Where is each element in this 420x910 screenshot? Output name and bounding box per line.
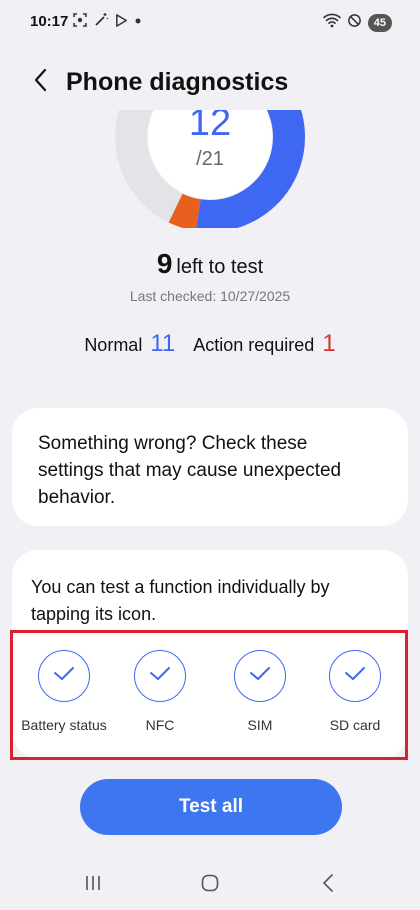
left-to-test-count: 9 (156, 248, 173, 279)
test-nfc-label: NFC (145, 717, 175, 733)
wifi-icon (322, 12, 341, 33)
test-item-row: Battery status NFC SIM SD card (10, 648, 410, 762)
play-store-icon (114, 13, 129, 28)
status-time: 10:17 (30, 13, 69, 30)
test-sd-card-label: SD card (329, 717, 381, 733)
test-sim-label: SIM (247, 717, 273, 733)
check-icon (52, 666, 76, 687)
system-icons: 45 (322, 12, 392, 33)
app-header: Phone diagnostics (0, 56, 420, 108)
status-bar: 10:17 45 (0, 0, 420, 44)
last-checked: Last checked: 10/27/2025 (129, 288, 291, 304)
settings-check-message: Something wrong? Check these settings th… (38, 433, 342, 508)
recents-icon (83, 874, 103, 897)
test-all-button[interactable]: Test all (80, 779, 342, 835)
left-to-test-label: left to test (176, 256, 264, 278)
page-title: Phone diagnostics (66, 68, 289, 96)
test-battery-status-circle (38, 650, 90, 702)
individual-tests-message: You can test a function individually by … (31, 577, 330, 624)
notification-icons (72, 12, 142, 28)
test-sim[interactable]: SIM (215, 648, 305, 735)
back-icon (321, 873, 335, 898)
normal-label: Normal (84, 335, 143, 355)
home-button[interactable] (190, 872, 230, 898)
do-not-disturb-icon (347, 13, 362, 33)
home-icon (200, 873, 220, 898)
battery-badge: 45 (367, 13, 392, 32)
action-required-label: Action required (193, 335, 315, 355)
test-nfc-circle (134, 650, 186, 702)
chevron-left-icon (33, 68, 47, 97)
test-battery-status-label: Battery status (21, 717, 107, 733)
check-icon (148, 666, 172, 687)
action-required-count: 1 (322, 330, 336, 357)
check-icon (248, 666, 272, 687)
tested-count: 12 (188, 110, 232, 144)
dot-icon (134, 12, 142, 28)
settings-check-card[interactable]: Something wrong? Check these settings th… (12, 408, 408, 526)
recents-button[interactable] (73, 872, 113, 898)
test-sd-card-circle (329, 650, 381, 702)
back-nav-button[interactable] (308, 872, 348, 898)
navigation-bar (0, 860, 420, 910)
normal-count: 11 (150, 330, 176, 357)
back-button[interactable] (22, 64, 58, 100)
result-summary: Normal 11 Action required 1 (0, 330, 420, 358)
test-sd-card[interactable]: SD card (310, 648, 400, 735)
total-count: /21 (196, 148, 224, 170)
screenshot-icon (72, 12, 88, 28)
left-to-test: 9 left to test (0, 248, 420, 280)
test-nfc[interactable]: NFC (115, 648, 205, 735)
check-icon (343, 666, 367, 687)
test-sim-circle (234, 650, 286, 702)
magic-wand-icon (93, 12, 109, 28)
progress-ring: 12 /21 (0, 110, 420, 228)
test-battery-status[interactable]: Battery status (19, 648, 109, 735)
